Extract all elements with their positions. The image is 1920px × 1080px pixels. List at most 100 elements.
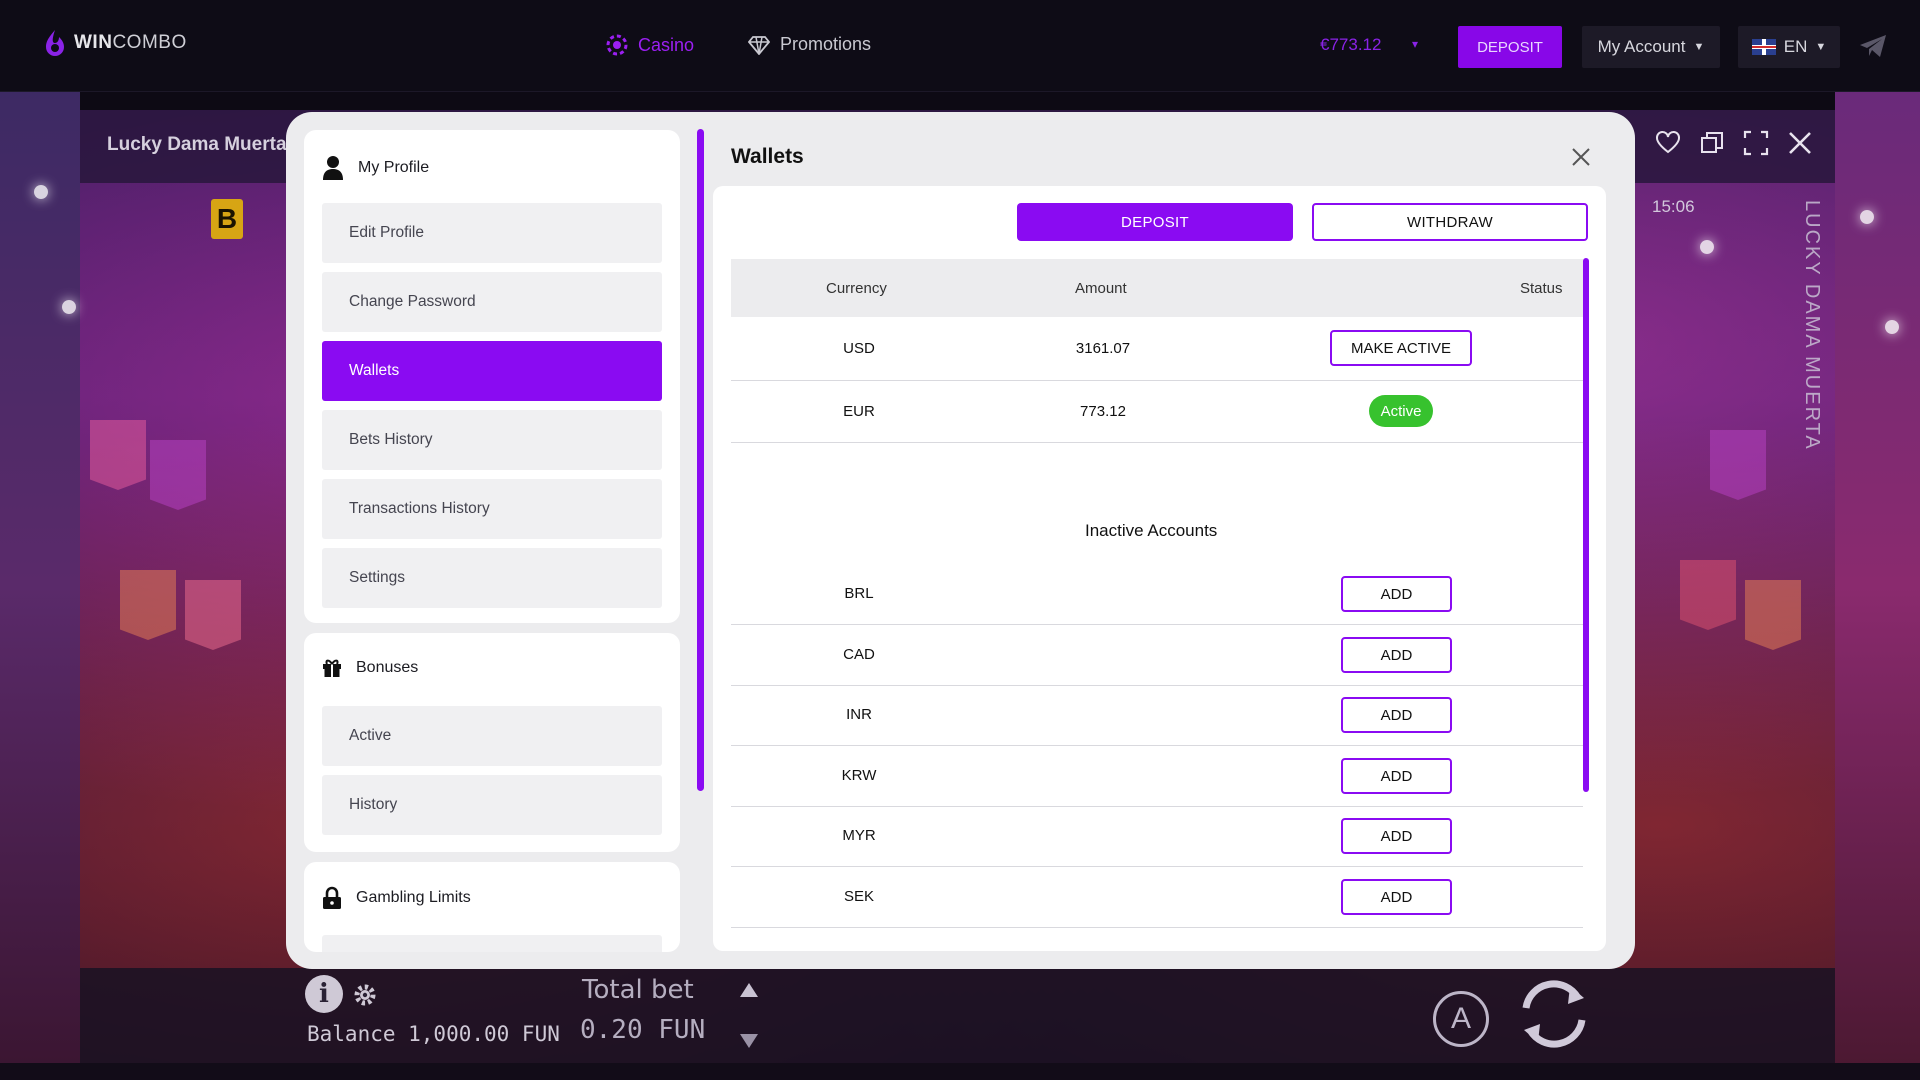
my-profile-header[interactable]: My Profile [322,155,429,181]
spin-icon[interactable] [1512,972,1596,1056]
header-deposit-button[interactable]: DEPOSIT [1458,26,1562,68]
row-divider [731,806,1583,807]
language-selector[interactable]: EN ▼ [1738,26,1840,68]
nav-promotions[interactable]: Promotions [748,34,871,55]
flame-logo-icon [46,30,64,56]
telegram-icon[interactable] [1858,32,1888,60]
string-light [34,185,48,199]
deposit-tab-button[interactable]: DEPOSIT [1017,203,1293,241]
row-divider [731,685,1583,686]
row-divider [731,927,1583,928]
game-vertical-title: LUCKY DAMA MUERTA [1801,200,1823,451]
column-header-currency: Currency [826,280,887,297]
make-active-button[interactable]: MAKE ACTIVE [1330,330,1472,366]
row-eur-amount: 773.12 [1080,403,1126,420]
page-background-right [1835,92,1920,1080]
sidebar-item-change-password[interactable]: Change Password [322,272,662,332]
fullscreen-icon[interactable] [1743,130,1769,156]
popout-window-icon[interactable] [1699,130,1725,156]
logo-text: WINCOMBO [74,32,187,53]
balance-dropdown-icon[interactable]: ▾ [1412,37,1418,51]
close-game-icon[interactable] [1787,130,1813,156]
add-inr-button[interactable]: ADD [1341,697,1452,733]
papel-picado-banner [185,580,241,650]
inactive-currency-inr: INR [846,706,872,723]
row-usd-amount: 3161.07 [1075,340,1131,357]
row-divider [731,745,1583,746]
close-icon[interactable] [1570,146,1592,168]
page-background-left [0,92,80,1080]
chevron-down-icon: ▼ [1815,41,1827,53]
papel-picado-banner [1745,580,1801,650]
game-balance: Balance 1,000.00 FUN [307,1022,560,1046]
casino-chip-icon [606,34,628,56]
my-account-dropdown[interactable]: My Account ▼ [1582,26,1720,68]
sidebar-item-wallets[interactable]: Wallets [322,341,662,401]
gift-icon [323,659,341,677]
column-header-amount: Amount [1075,280,1127,297]
gear-icon[interactable] [352,982,378,1008]
wincombo-logo[interactable]: WINCOMBO [42,28,187,58]
string-light [1860,210,1874,224]
sidebar-item-bonus-active[interactable]: Active [322,706,662,766]
row-eur-currency: EUR [843,403,875,420]
page-background-bottom [0,1063,1920,1080]
sidebar-scrollbar[interactable] [697,129,704,791]
add-brl-button[interactable]: ADD [1341,576,1452,612]
sidebar-item-settings[interactable]: Settings [322,548,662,608]
sidebar-item-transactions-history[interactable]: Transactions History [322,479,662,539]
row-divider [731,442,1583,443]
inactive-currency-brl: BRL [844,585,874,602]
wallets-scrollbar[interactable] [1583,258,1589,792]
diamond-icon [748,35,770,55]
inactive-accounts-heading: Inactive Accounts [1085,521,1218,540]
row-divider [731,624,1583,625]
nav-casino[interactable]: Casino [606,34,694,56]
game-title: Lucky Dama Muerta [107,134,287,155]
string-light [1700,240,1714,254]
sidebar-item-bonus-history[interactable]: History [322,775,662,835]
profile-menu-card: My Profile Edit Profile Change Password … [304,130,680,623]
column-header-status: Status [1520,280,1563,297]
language-label: EN [1783,37,1808,56]
papel-picado-banner [150,440,206,510]
add-myr-button[interactable]: ADD [1341,818,1452,854]
status-badge: Active [1369,395,1433,427]
gambling-limits-header[interactable]: Gambling Limits [322,886,471,910]
nav-casino-label: Casino [638,34,695,55]
bonus-badge: B [211,199,243,239]
my-profile-title: My Profile [358,159,430,176]
game-clock: 15:06 [1652,197,1695,216]
sidebar-item-limits-partial[interactable] [322,935,662,952]
page-title: Wallets [731,145,804,168]
sidebar-item-edit-profile[interactable]: Edit Profile [322,203,662,263]
add-sek-button[interactable]: ADD [1341,879,1452,915]
gambling-limits-title: Gambling Limits [356,889,471,906]
balance-display[interactable]: €773.12 [1320,35,1381,55]
bonuses-title: Bonuses [356,659,419,676]
bet-decrease-icon[interactable] [740,1034,758,1048]
add-cad-button[interactable]: ADD [1341,637,1452,673]
string-light [1885,320,1899,334]
total-bet-label: Total bet [582,975,694,1005]
lock-icon [323,886,341,909]
row-divider [731,380,1583,381]
bet-increase-icon[interactable] [740,983,758,997]
info-icon[interactable]: i [305,975,343,1013]
heart-icon[interactable] [1655,130,1681,156]
inactive-currency-myr: MYR [842,827,876,844]
papel-picado-banner [1710,430,1766,500]
top-navigation-bar: WINCOMBO Casino Promotions €773.12 ▾ DEP… [0,0,1920,92]
autoplay-button[interactable]: A [1433,991,1489,1047]
row-usd-currency: USD [843,340,875,357]
bonuses-header[interactable]: Bonuses [322,658,418,678]
nav-promotions-label: Promotions [780,34,872,54]
inactive-currency-krw: KRW [841,767,877,784]
inactive-currency-cad: CAD [843,646,875,663]
string-light [62,300,76,314]
withdraw-tab-button[interactable]: WITHDRAW [1312,203,1588,241]
row-divider [731,866,1583,867]
sidebar-item-bets-history[interactable]: Bets History [322,410,662,470]
gambling-limits-card: Gambling Limits [304,862,680,952]
add-krw-button[interactable]: ADD [1341,758,1452,794]
